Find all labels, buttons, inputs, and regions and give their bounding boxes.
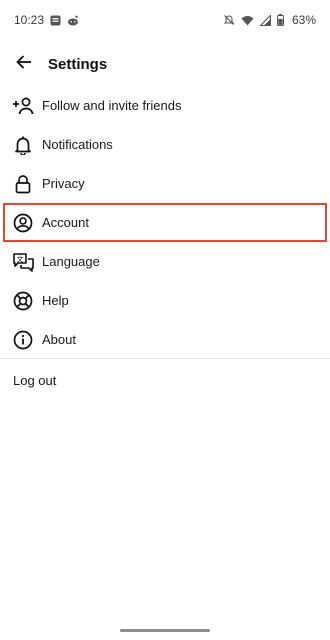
add-person-icon (12, 95, 34, 117)
menu-item-label: Language (42, 254, 100, 269)
mute-icon (223, 14, 235, 26)
svg-text:文: 文 (17, 254, 24, 263)
menu-item-label: Notifications (42, 137, 113, 152)
status-bar: 10:23 63% (0, 0, 330, 40)
menu-item-label: About (42, 332, 76, 347)
lifebuoy-icon (12, 290, 34, 312)
logout-label: Log out (13, 372, 57, 388)
menu-item-privacy[interactable]: Privacy (0, 164, 330, 203)
account-circle-icon (12, 212, 34, 234)
menu-item-language[interactable]: 文 Language (0, 242, 330, 281)
signal-icon (259, 14, 271, 26)
translate-icon: 文 (12, 251, 34, 273)
menu-item-label: Account (42, 215, 89, 230)
status-left: 10:23 (14, 13, 79, 27)
arrow-left-icon (15, 53, 33, 76)
menu-item-label: Follow and invite friends (42, 98, 182, 113)
status-time: 10:23 (14, 13, 45, 27)
menu-item-label: Privacy (42, 176, 85, 191)
app-bar: Settings (0, 44, 330, 84)
bell-icon (12, 134, 34, 156)
app-notification-icon (50, 15, 61, 26)
battery-icon (276, 14, 284, 26)
menu-item-about[interactable]: About (0, 320, 330, 359)
status-right: 63% (223, 13, 316, 27)
menu-item-label: Help (42, 293, 69, 308)
menu-item-help[interactable]: Help (0, 281, 330, 320)
wifi-icon (241, 15, 254, 26)
home-indicator[interactable] (120, 629, 210, 632)
back-button[interactable] (0, 44, 48, 84)
battery-percentage: 63% (291, 13, 316, 27)
reddit-icon (67, 15, 79, 26)
lock-icon (12, 173, 34, 195)
page-title: Settings (48, 55, 108, 73)
menu-item-account[interactable]: Account (3, 203, 327, 242)
settings-menu: Follow and invite friends Notifications … (0, 86, 330, 359)
logout-button[interactable]: Log out (0, 366, 330, 394)
info-icon (12, 329, 34, 351)
divider (0, 358, 330, 359)
menu-item-follow-invite[interactable]: Follow and invite friends (0, 86, 330, 125)
menu-item-notifications[interactable]: Notifications (0, 125, 330, 164)
